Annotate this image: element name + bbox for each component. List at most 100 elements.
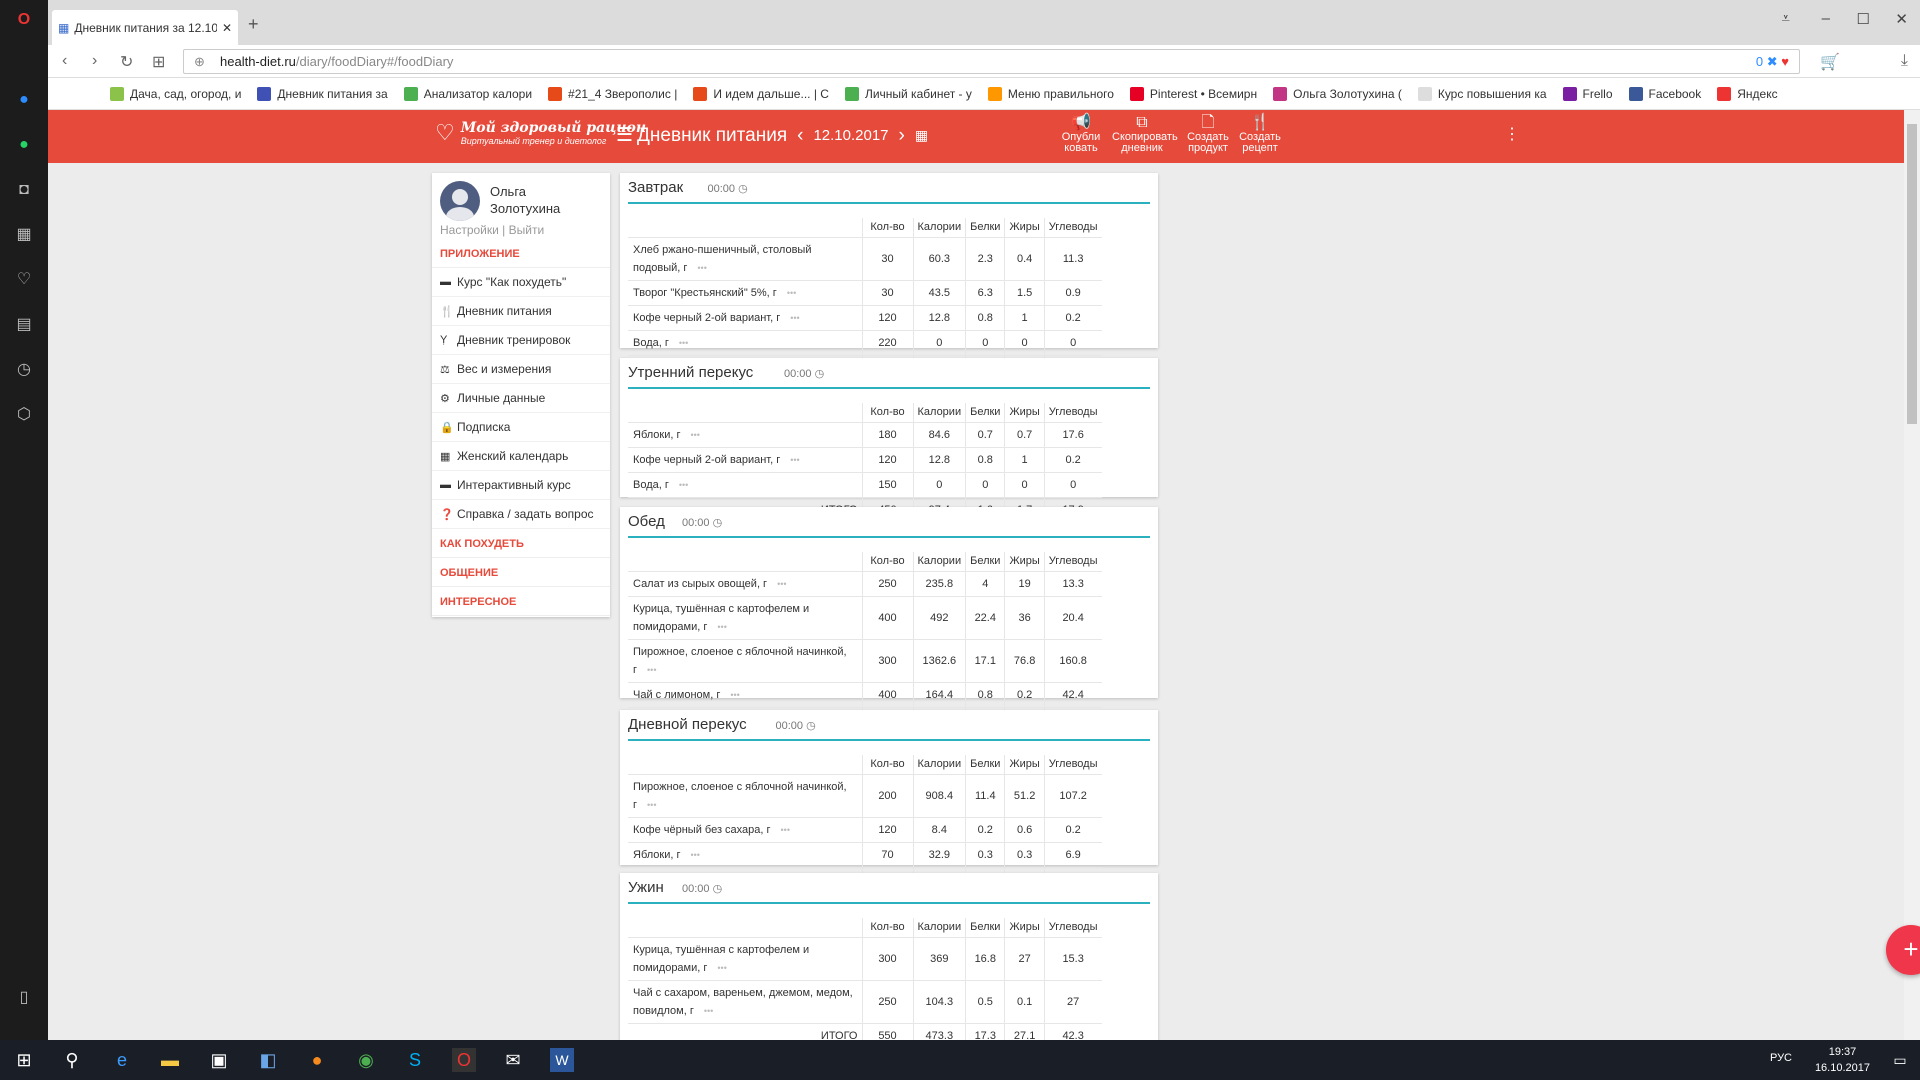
word-icon[interactable]: W — [550, 1048, 574, 1072]
tab-menu-icon[interactable]: ⩡ — [1782, 10, 1790, 27]
food-name-cell[interactable]: Кофе черный 2-ой вариант, г ••• — [628, 447, 863, 472]
skype-icon[interactable]: S — [403, 1048, 427, 1072]
news-icon[interactable]: ▤ — [14, 315, 34, 335]
sidebar-section[interactable]: КАК ПОХУДЕТЬ — [432, 529, 610, 558]
table-row[interactable]: Яблоки, г ••• 70 32.9 0.3 0.3 6.9 — [628, 842, 1102, 867]
row-menu-icon[interactable]: ••• — [697, 263, 706, 273]
sidebar-item[interactable]: ▬ Интерактивный курс — [432, 471, 610, 500]
row-menu-icon[interactable]: ••• — [717, 622, 726, 632]
bookmark-item[interactable]: #21_4 Зверополис | — [548, 86, 677, 101]
table-row[interactable]: Чай с лимоном, г ••• 400 164.4 0.8 0.2 42.4 — [628, 682, 1102, 707]
food-name-cell[interactable]: Пирожное, слоеное с яблочной начинкой, г… — [628, 774, 863, 817]
tab-active[interactable]: ▦ Дневник питания за 12.10 ✕ — [52, 10, 238, 45]
sidebar-item[interactable]: Ỵ Дневник тренировок — [432, 326, 610, 355]
table-row[interactable]: Салат из сырых овощей, г ••• 250 235.8 4 19 13… — [628, 571, 1102, 596]
table-row[interactable]: Пирожное, слоеное с яблочной начинкой, г… — [628, 639, 1102, 682]
more-icon[interactable]: ⋮ — [1504, 124, 1520, 144]
current-date[interactable]: 12.10.2017 — [813, 127, 888, 144]
sidebar-item[interactable]: 🔒 Подписка — [432, 413, 610, 442]
table-row[interactable]: Вода, г ••• 220 0 0 0 0 — [628, 330, 1102, 355]
row-menu-icon[interactable]: ••• — [717, 963, 726, 973]
add-button[interactable]: + — [1886, 925, 1920, 975]
sidebar-section[interactable]: ОБЩЕНИЕ — [432, 558, 610, 587]
speed-dial-icon[interactable]: ▦ — [14, 225, 34, 245]
table-row[interactable]: Творог "Крестьянский" 5%, г ••• 30 43.5 6.3 1… — [628, 280, 1102, 305]
scrollbar[interactable] — [1904, 110, 1920, 1040]
table-row[interactable]: Чай с сахаром, вареньем, джемом, медом, … — [628, 980, 1102, 1023]
meal-time[interactable]: 00:00 ◷ — [682, 882, 722, 895]
bookmark-item[interactable]: Pinterest • Всемирн — [1129, 86, 1257, 101]
meal-time[interactable]: 00:00 ◷ — [682, 516, 722, 529]
row-menu-icon[interactable]: ••• — [647, 800, 656, 810]
row-menu-icon[interactable]: ••• — [691, 430, 700, 440]
notifications-icon[interactable]: ▭ — [1888, 1048, 1912, 1072]
table-row[interactable]: Кофе черный 2-ой вариант, г ••• 120 12.8 0.8… — [628, 305, 1102, 330]
publish-button[interactable]: 📢 Опубли ковать — [1051, 114, 1111, 154]
row-menu-icon[interactable]: ••• — [704, 1006, 713, 1016]
mail-icon[interactable]: ✉ — [501, 1048, 525, 1072]
bookmark-item[interactable]: Facebook — [1628, 86, 1701, 101]
download-icon[interactable]: ⤓ — [1901, 52, 1908, 70]
edge-icon[interactable]: e — [110, 1048, 134, 1072]
bookmark-item[interactable]: Личный кабинет - у — [844, 86, 972, 101]
firefox-icon[interactable]: ● — [305, 1048, 329, 1072]
sidebar-item[interactable]: ▦ Женский календарь — [432, 442, 610, 471]
chrome-icon[interactable]: ◉ — [354, 1048, 378, 1072]
close-tab-icon[interactable]: ✕ — [222, 21, 232, 35]
bookmark-item[interactable]: Курс повышения ка — [1417, 86, 1547, 101]
row-menu-icon[interactable]: ••• — [790, 313, 799, 323]
back-icon[interactable]: ‹ — [62, 52, 67, 70]
bookmark-item[interactable]: И идем дальше... | С — [693, 86, 829, 101]
sidebar-item[interactable]: ⚙ Личные данные — [432, 384, 610, 413]
food-name-cell[interactable]: Кофе чёрный без сахара, г ••• — [628, 817, 863, 842]
food-name-cell[interactable]: Пирожное, слоеное с яблочной начинкой, г… — [628, 639, 863, 682]
meal-time[interactable]: 00:00 ◷ — [708, 182, 748, 195]
forward-icon[interactable]: › — [92, 52, 97, 70]
food-name-cell[interactable]: Кофе черный 2-ой вариант, г ••• — [628, 305, 863, 330]
meal-name[interactable]: Ужин — [628, 879, 664, 896]
url-input[interactable]: ⊕ health-diet.ru/diary/foodDiary#/foodDi… — [183, 49, 1800, 74]
table-row[interactable]: Кофе черный 2-ой вариант, г ••• 120 12.8 0.8… — [628, 447, 1102, 472]
table-row[interactable]: Яблоки, г ••• 180 84.6 0.7 0.7 17.6 — [628, 422, 1102, 447]
media-icon[interactable]: ◧ — [256, 1048, 280, 1072]
food-name-cell[interactable]: Курица, тушённая с картофелем и помидора… — [628, 937, 863, 980]
meal-name[interactable]: Утренний перекус — [628, 364, 764, 381]
create-recipe-button[interactable]: 🍴 Создать рецепт — [1230, 114, 1290, 154]
tabs-grid-icon[interactable]: ⊞ — [152, 52, 165, 72]
meal-name[interactable]: Завтрак — [628, 179, 688, 196]
food-name-cell[interactable]: Яблоки, г ••• — [628, 842, 863, 867]
table-row[interactable]: Вода, г ••• 150 0 0 0 0 — [628, 472, 1102, 497]
search-icon[interactable]: ⚲ — [60, 1048, 84, 1072]
meal-time[interactable]: 00:00 ◷ — [784, 367, 824, 380]
opera-taskbar-icon[interactable]: O — [452, 1048, 476, 1072]
scrollbar-thumb[interactable] — [1907, 124, 1917, 424]
row-menu-icon[interactable]: ••• — [679, 480, 688, 490]
row-menu-icon[interactable]: ••• — [730, 690, 739, 700]
food-name-cell[interactable]: Хлеб ржано-пшеничный, столовый подовый, … — [628, 237, 863, 280]
avatar[interactable] — [440, 181, 480, 221]
site-info-icon[interactable]: ⊕ — [194, 54, 205, 70]
start-icon[interactable]: ⊞ — [12, 1048, 36, 1072]
bookmark-item[interactable]: Анализатор калори — [403, 86, 532, 101]
bookmark-item[interactable]: Меню правильного — [987, 86, 1114, 101]
row-menu-icon[interactable]: ••• — [647, 665, 656, 675]
table-row[interactable]: Курица, тушённая с картофелем и помидора… — [628, 937, 1102, 980]
meal-time[interactable]: 00:00 ◷ — [776, 719, 816, 732]
bookmark-item[interactable]: Frello — [1562, 86, 1613, 101]
next-date-icon[interactable]: › — [899, 125, 905, 147]
create-product-button[interactable]: 🗋 Создать продукт — [1178, 114, 1238, 154]
food-name-cell[interactable]: Яблоки, г ••• — [628, 422, 863, 447]
sidebar-item[interactable]: ▬ Курс "Как похудеть" — [432, 268, 610, 297]
row-menu-icon[interactable]: ••• — [787, 288, 796, 298]
sidebar-section[interactable]: ИНТЕРЕСНОЕ — [432, 587, 610, 616]
table-row[interactable]: Кофе чёрный без сахара, г ••• 120 8.4 0.2 0.6… — [628, 817, 1102, 842]
store-icon[interactable]: ▣ — [207, 1048, 231, 1072]
row-menu-icon[interactable]: ••• — [691, 850, 700, 860]
food-name-cell[interactable]: Вода, г ••• — [628, 330, 863, 355]
bookmark-item[interactable]: Яндекс — [1717, 86, 1778, 101]
cart-icon[interactable]: 🛒 — [1820, 52, 1840, 72]
section-app[interactable]: ПРИЛОЖЕНИЕ — [432, 239, 610, 268]
prev-date-icon[interactable]: ‹ — [797, 125, 803, 147]
sidebar-item[interactable]: ⚖ Вес и измерения — [432, 355, 610, 384]
bookmark-item[interactable]: Дневник питания за — [257, 86, 388, 101]
